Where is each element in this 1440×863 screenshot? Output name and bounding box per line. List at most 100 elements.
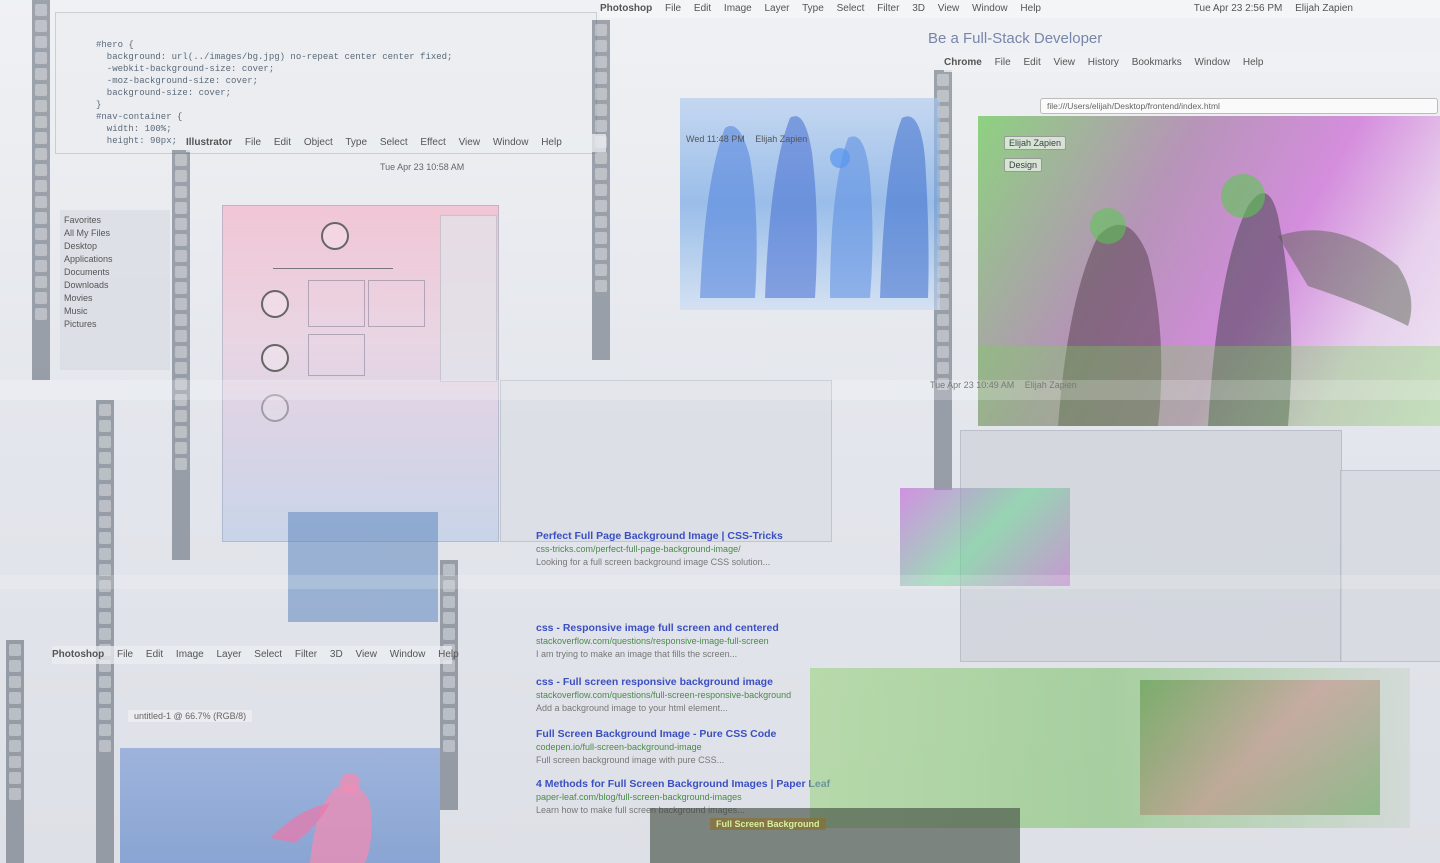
ps-lower-menu-select[interactable]: Select xyxy=(254,649,282,660)
top-menubar: Photoshop File Edit Image Layer Type Sel… xyxy=(600,0,1440,18)
search-result-0[interactable]: Perfect Full Page Background Image | CSS… xyxy=(536,530,836,569)
menu-edit[interactable]: Edit xyxy=(694,3,711,14)
sidebar-item-desktop[interactable]: Desktop xyxy=(64,240,166,253)
browser-url-bar[interactable]: file:///Users/elijah/Desktop/frontend/in… xyxy=(1040,98,1438,114)
browser-menu-edit[interactable]: Edit xyxy=(1023,57,1040,68)
illustrator-clock: Tue Apr 23 10:58 AM xyxy=(380,162,465,172)
illustrator-menu-edit[interactable]: Edit xyxy=(274,137,291,148)
sidebar-item-applications[interactable]: Applications xyxy=(64,253,166,266)
menu-image[interactable]: Image xyxy=(724,3,752,14)
code-line-8: width: 100%; xyxy=(96,124,172,134)
menu-file[interactable]: File xyxy=(665,3,681,14)
second-clock-user[interactable]: Elijah Zapien xyxy=(755,134,807,144)
ps-lower-menu-help[interactable]: Help xyxy=(438,649,459,660)
browser-menu-window[interactable]: Window xyxy=(1194,57,1230,68)
illustrator-menu-object[interactable]: Object xyxy=(304,137,333,148)
menubar-clock: Tue Apr 23 2:56 PM xyxy=(1193,3,1283,14)
browser-menubar: Chrome File Edit View History Bookmarks … xyxy=(944,54,1440,72)
code-line-0: #hero { xyxy=(96,40,134,50)
code-line-5: } xyxy=(96,100,102,110)
browser-menu-view[interactable]: View xyxy=(1054,57,1076,68)
search-result-1[interactable]: css - Responsive image full screen and c… xyxy=(536,622,836,661)
browser-menu-bookmarks[interactable]: Bookmarks xyxy=(1132,57,1182,68)
menu-type[interactable]: Type xyxy=(802,3,824,14)
artboard-box-2 xyxy=(368,280,425,327)
code-line-3: -moz-background-size: cover; xyxy=(96,76,259,86)
search-result-1-desc: I am trying to make an image that fills … xyxy=(536,649,738,659)
ps-lower-menu-view[interactable]: View xyxy=(355,649,377,660)
illustrator-app-menu[interactable]: Illustrator xyxy=(186,137,232,148)
illustrator-menu-file[interactable]: File xyxy=(245,137,261,148)
sidebar-item-all-files[interactable]: All My Files xyxy=(64,227,166,240)
sidebar-item-pictures[interactable]: Pictures xyxy=(64,318,166,331)
artboard-circle-left[interactable] xyxy=(261,290,289,318)
pink-figure-graphic xyxy=(270,773,372,863)
browser-menu-history[interactable]: History xyxy=(1088,57,1119,68)
illustrator-menu-help[interactable]: Help xyxy=(541,137,562,148)
sidebar-item-favorites[interactable]: Favorites xyxy=(64,214,166,227)
browser-app-menu[interactable]: Chrome xyxy=(944,57,982,68)
ps-lower-menu-layer[interactable]: Layer xyxy=(217,649,242,660)
ps-lower-menu-filter[interactable]: Filter xyxy=(295,649,317,660)
tool-strip-far-left xyxy=(6,640,24,863)
search-result-3[interactable]: Full Screen Background Image - Pure CSS … xyxy=(536,728,836,767)
search-result-3-desc: Full screen background image with pure C… xyxy=(536,755,725,765)
menu-3d[interactable]: 3D xyxy=(912,3,925,14)
ps-lower-menu-3d[interactable]: 3D xyxy=(330,649,343,660)
second-clock-time: Wed 11:48 PM xyxy=(686,134,745,144)
menu-select[interactable]: Select xyxy=(837,3,865,14)
search-result-4-url: paper-leaf.com/blog/full-screen-backgrou… xyxy=(536,792,742,802)
browser-menu-file[interactable]: File xyxy=(995,57,1011,68)
search-result-0-title[interactable]: Perfect Full Page Background Image | CSS… xyxy=(536,530,836,543)
menu-filter[interactable]: Filter xyxy=(877,3,899,14)
illustrator-menu-view[interactable]: View xyxy=(459,137,481,148)
menu-window[interactable]: Window xyxy=(972,3,1008,14)
hero-overlay-label-2[interactable]: Design xyxy=(1004,158,1043,172)
ps-lower-doc-tab[interactable]: untitled-1 @ 66.7% (RGB/8) xyxy=(128,710,253,722)
ps-lower-app-menu[interactable]: Photoshop xyxy=(52,649,104,660)
menu-help[interactable]: Help xyxy=(1020,3,1041,14)
browser-menu-help[interactable]: Help xyxy=(1243,57,1264,68)
illustrator-menu-select[interactable]: Select xyxy=(380,137,408,148)
illustrator-menu-type[interactable]: Type xyxy=(345,137,367,148)
code-editor-window: #hero { background: url(../images/bg.jpg… xyxy=(55,12,597,154)
ps-lower-menu-edit[interactable]: Edit xyxy=(146,649,163,660)
illustrator-menu-window[interactable]: Window xyxy=(493,137,529,148)
search-result-3-title[interactable]: Full Screen Background Image - Pure CSS … xyxy=(536,728,836,741)
code-line-2: -webkit-background-size: cover; xyxy=(96,64,275,74)
ps-lower-menu-image[interactable]: Image xyxy=(176,649,204,660)
illustrator-menu-effect[interactable]: Effect xyxy=(420,137,445,148)
browser-title: Be a Full-Stack Developer xyxy=(928,30,1103,47)
ps-lower-menu-window[interactable]: Window xyxy=(390,649,426,660)
artboard-circle-top[interactable] xyxy=(321,222,349,250)
menubar-user[interactable]: Elijah Zapien xyxy=(1295,3,1353,14)
search-result-3-url: codepen.io/full-screen-background-image xyxy=(536,742,702,752)
hero-overlay-label-1[interactable]: Elijah Zapien xyxy=(1004,136,1067,150)
app-menu[interactable]: Photoshop xyxy=(600,3,652,14)
search-result-4-title[interactable]: 4 Methods for Full Screen Background Ima… xyxy=(536,778,836,791)
search-result-2-title[interactable]: css - Full screen responsive background … xyxy=(536,676,836,689)
sidebar-item-downloads[interactable]: Downloads xyxy=(64,279,166,292)
artboard-box-1 xyxy=(308,280,365,327)
blue-figures-graphic xyxy=(700,116,929,298)
code-line-1: background: url(../images/bg.jpg) no-rep… xyxy=(96,52,453,62)
ps-lower-menu-file[interactable]: File xyxy=(117,649,133,660)
menu-layer[interactable]: Layer xyxy=(765,3,790,14)
browser-url-text: file:///Users/elijah/Desktop/frontend/in… xyxy=(1047,101,1220,111)
tool-strip-left xyxy=(32,0,50,380)
artboard-circle-mid[interactable] xyxy=(261,344,289,372)
tool-strip-lower-left xyxy=(96,400,114,863)
menu-view[interactable]: View xyxy=(938,3,960,14)
search-result-2[interactable]: css - Full screen responsive background … xyxy=(536,676,836,715)
search-result-2-url: stackoverflow.com/questions/full-screen-… xyxy=(536,690,792,700)
bottom-toolbar-label[interactable]: Full Screen Background xyxy=(710,818,826,830)
sidebar-item-documents[interactable]: Documents xyxy=(64,266,166,279)
search-result-0-url: css-tricks.com/perfect-full-page-backgro… xyxy=(536,544,741,554)
blue-shape xyxy=(288,512,438,622)
search-result-1-title[interactable]: css - Responsive image full screen and c… xyxy=(536,622,836,635)
illustrator-menubar: Illustrator File Edit Object Type Select… xyxy=(186,134,606,152)
sidebar-item-movies[interactable]: Movies xyxy=(64,292,166,305)
search-result-0-desc: Looking for a full screen background ima… xyxy=(536,557,771,567)
sidebar-item-music[interactable]: Music xyxy=(64,305,166,318)
code-line-7: #nav-container { xyxy=(96,112,183,122)
